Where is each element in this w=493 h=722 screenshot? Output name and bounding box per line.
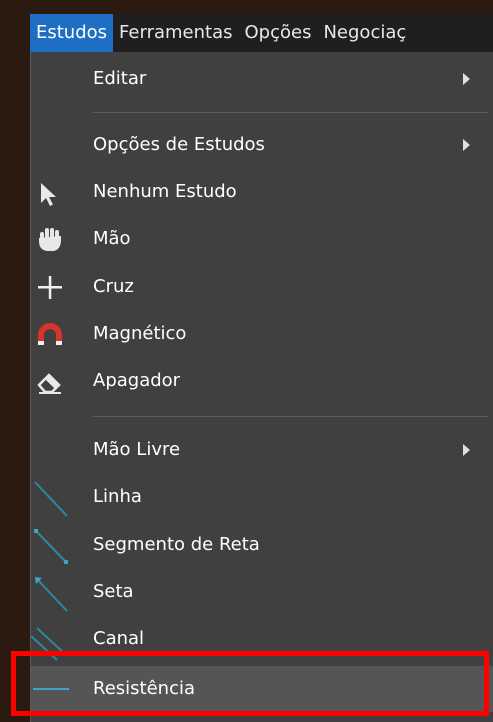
menu-separator	[93, 112, 488, 113]
hand-icon	[31, 216, 71, 262]
menu-ferramentas[interactable]: Ferramentas	[113, 14, 238, 52]
menu-item-label: Magnético	[93, 323, 187, 344]
menu-item-label: Seta	[93, 581, 134, 602]
menu-item-label: Linha	[93, 486, 142, 507]
menu-item-nenhum-estudo[interactable]: Nenhum Estudo	[31, 169, 493, 215]
estudos-dropdown-menu: Editar Opções de Estudos Nenhum Estudo M…	[30, 52, 493, 722]
menu-item-mao-livre[interactable]: Mão Livre	[31, 427, 493, 473]
menu-item-opcoes-de-estudos[interactable]: Opções de Estudos	[31, 122, 493, 168]
menu-item-mao[interactable]: Mão	[31, 216, 493, 262]
submenu-arrow-icon	[463, 73, 470, 85]
menu-opcoes[interactable]: Opções	[239, 14, 318, 52]
menu-item-label: Opções de Estudos	[93, 134, 265, 155]
menu-item-label: Mão Livre	[93, 439, 181, 460]
menu-item-label: Editar	[93, 68, 147, 89]
menu-item-magnetico[interactable]: Magnético	[31, 311, 493, 357]
line-segment-icon	[31, 522, 71, 568]
horizontal-line-icon	[31, 666, 71, 712]
submenu-arrow-icon	[463, 444, 470, 456]
line-icon	[31, 474, 71, 520]
eraser-icon	[31, 358, 71, 404]
menu-item-label: Segmento de Reta	[93, 534, 260, 555]
menu-item-cruz[interactable]: Cruz	[31, 264, 493, 310]
cursor-arrow-icon	[31, 169, 71, 215]
arrow-line-icon	[31, 569, 71, 615]
channel-icon	[31, 616, 71, 662]
menu-negociacao[interactable]: Negociaç	[317, 14, 412, 52]
submenu-arrow-icon	[463, 139, 470, 151]
crosshair-plus-icon	[31, 264, 71, 310]
menu-estudos[interactable]: Estudos	[30, 14, 114, 52]
menu-item-label: Nenhum Estudo	[93, 181, 237, 202]
menu-item-linha[interactable]: Linha	[31, 474, 493, 520]
magnet-icon	[31, 311, 71, 357]
menu-item-apagador[interactable]: Apagador	[31, 358, 493, 404]
menu-item-seta[interactable]: Seta	[31, 569, 493, 615]
menu-item-resistencia[interactable]: Resistência	[31, 666, 493, 712]
menu-item-label: Mão	[93, 228, 131, 249]
menu-item-label: Canal	[93, 628, 145, 649]
menu-item-label: Apagador	[93, 370, 181, 391]
menu-item-label: Cruz	[93, 276, 134, 297]
menu-item-label: Resistência	[93, 678, 195, 699]
menu-separator	[93, 416, 488, 417]
menu-item-editar[interactable]: Editar	[31, 56, 493, 102]
menu-item-canal[interactable]: Canal	[31, 616, 493, 662]
menu-bar: Estudos Ferramentas Opções Negociaç	[30, 14, 493, 52]
menu-item-segmento-de-reta[interactable]: Segmento de Reta	[31, 522, 493, 568]
